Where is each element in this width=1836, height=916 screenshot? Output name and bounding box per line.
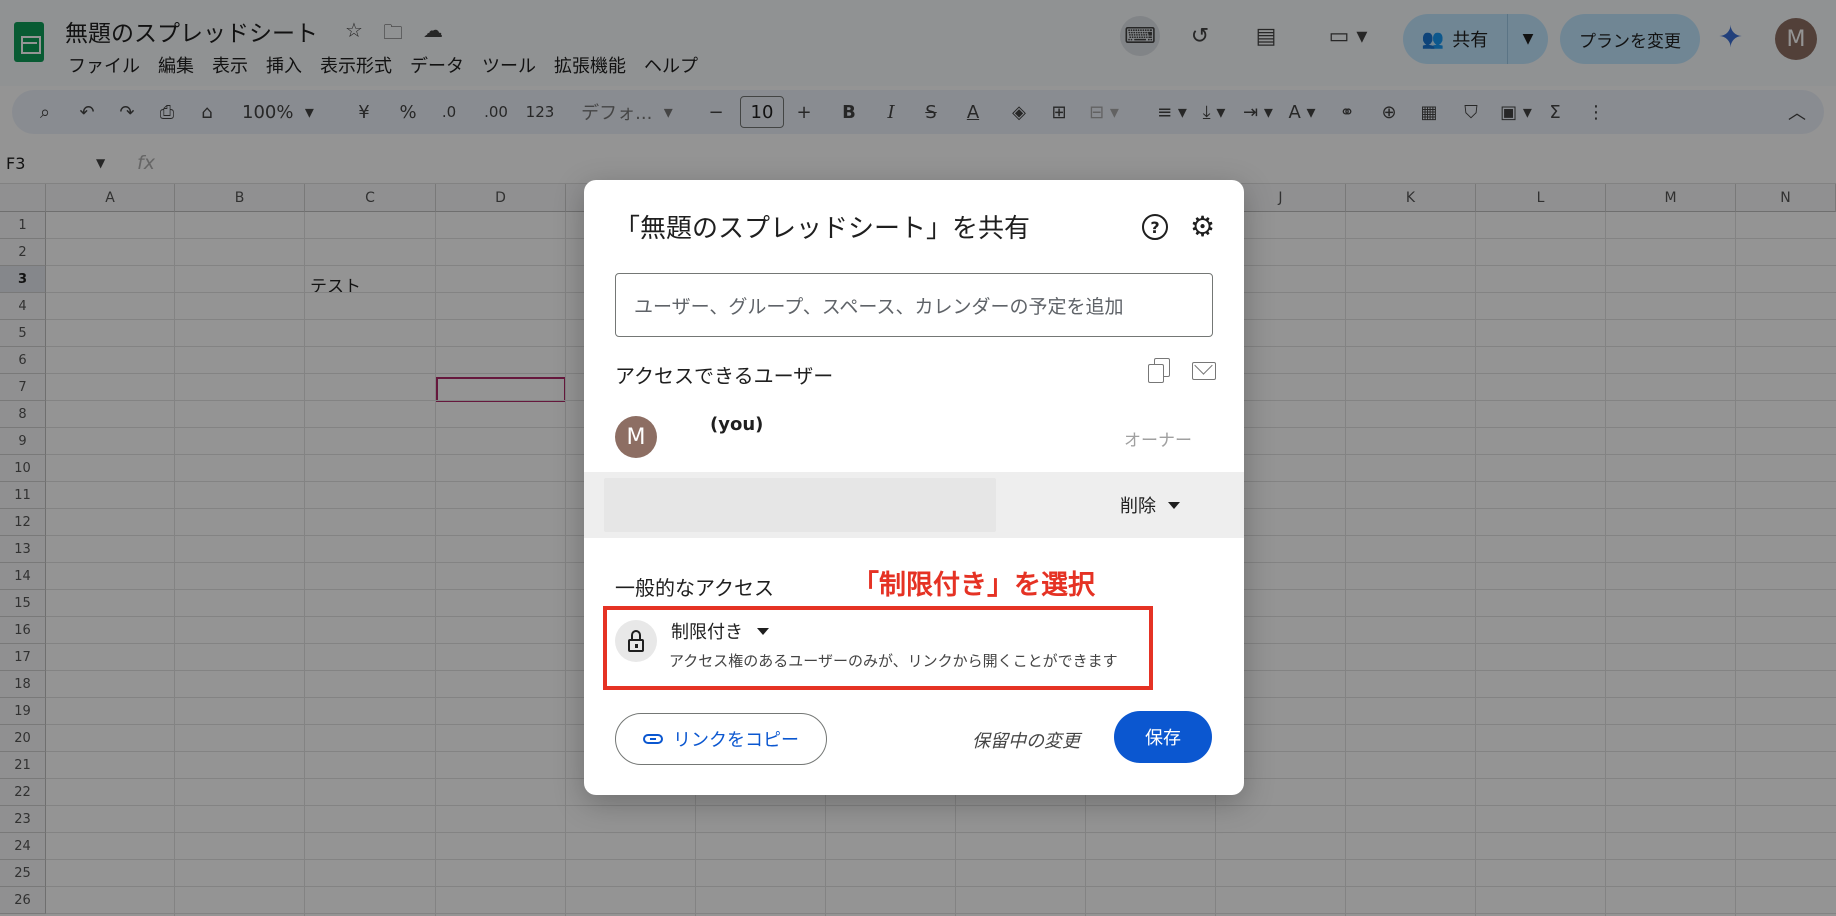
dialog-title: 「無題のスプレッドシート」を共有 <box>614 214 1031 244</box>
general-access-heading: 一般的なアクセス <box>615 576 774 600</box>
share-dialog: 「無題のスプレッドシート」を共有 ? ⚙ ユーザー、グループ、スペース、カレンダ… <box>584 180 1244 795</box>
owner-role-label: オーナー <box>1124 431 1192 451</box>
annotation-callout: 「制限付き」を選択 <box>852 570 1095 601</box>
user-row-pending: 削除 <box>584 472 1244 538</box>
user-name: (you) <box>710 414 764 435</box>
mail-icon[interactable] <box>1192 362 1216 380</box>
pending-changes-label: 保留中の変更 <box>972 731 1080 752</box>
add-people-input[interactable]: ユーザー、グループ、スペース、カレンダーの予定を追加 <box>615 273 1213 337</box>
gear-icon[interactable]: ⚙ <box>1190 210 1215 243</box>
remove-label: 削除 <box>1120 496 1156 517</box>
user-row-owner: M (you) オーナー <box>584 408 1244 470</box>
access-users-heading: アクセスできるユーザー <box>615 364 834 388</box>
copy-emails-icon[interactable] <box>1148 358 1170 383</box>
avatar: M <box>615 416 657 458</box>
chevron-down-icon <box>1168 501 1180 509</box>
remove-dropdown[interactable]: 削除 <box>1120 492 1180 518</box>
copy-link-label: リンクをコピー <box>673 730 799 751</box>
annotation-highlight-box <box>603 606 1153 690</box>
link-icon <box>643 734 663 744</box>
help-icon[interactable]: ? <box>1142 214 1168 240</box>
copy-link-button[interactable]: リンクをコピー <box>615 713 827 765</box>
pending-user-placeholder <box>604 478 996 532</box>
save-button[interactable]: 保存 <box>1114 711 1212 763</box>
